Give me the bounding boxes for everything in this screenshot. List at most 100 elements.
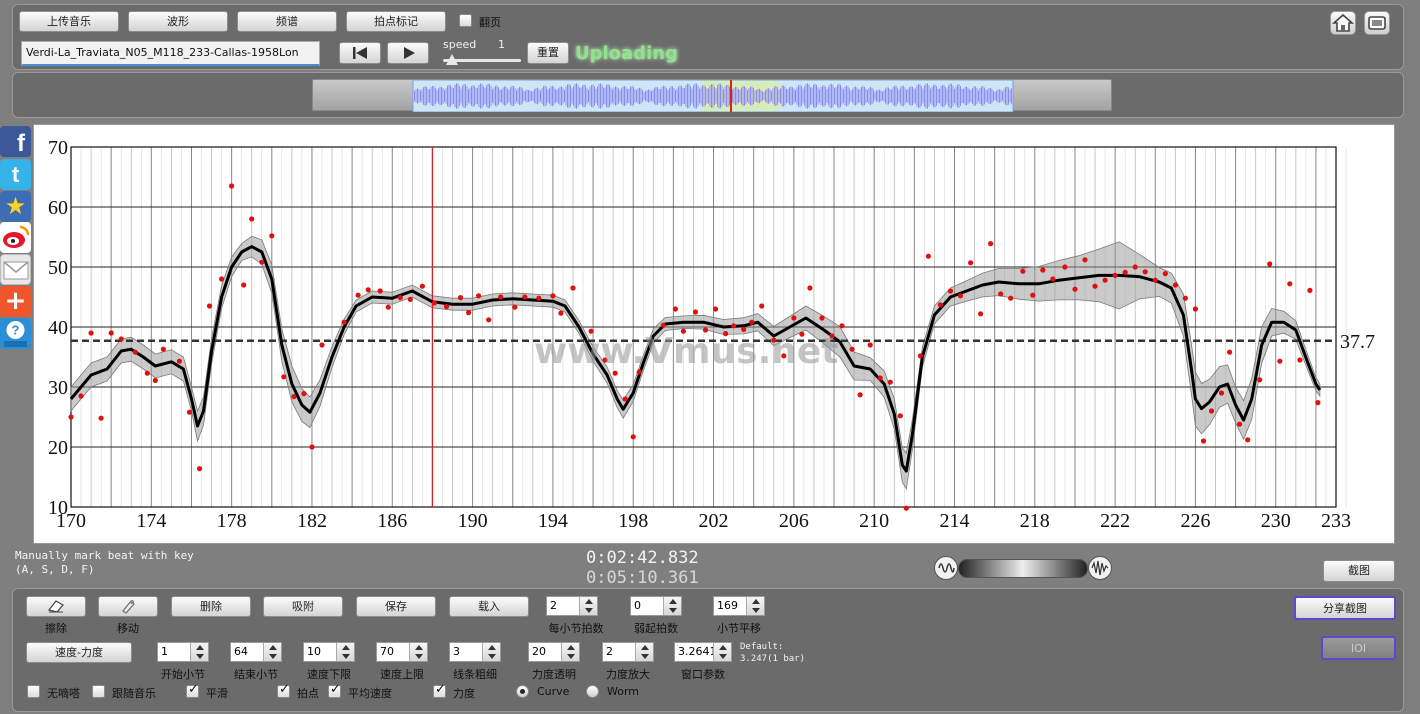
beat-point[interactable] (712, 306, 719, 312)
follow-music-checkbox[interactable] (92, 685, 105, 698)
email-icon[interactable] (0, 254, 31, 285)
beat-point[interactable] (219, 276, 225, 282)
beat-point[interactable] (186, 409, 193, 415)
rewind-button[interactable] (339, 42, 381, 64)
overview-waveform[interactable] (313, 80, 1113, 112)
beat-point[interactable] (660, 322, 666, 328)
beat-point[interactable] (672, 306, 679, 312)
tempo-dynamics-button[interactable]: 速度-力度 (26, 642, 132, 663)
beat-point[interactable] (1267, 261, 1273, 267)
beat-point[interactable] (1182, 295, 1188, 301)
end-bar-stepper[interactable]: 64 (230, 642, 282, 662)
share-plus-icon[interactable]: + (0, 286, 31, 317)
beat-point[interactable] (857, 392, 863, 398)
stepper-arrows-icon[interactable] (561, 643, 579, 661)
beat-point[interactable] (476, 293, 482, 299)
beat-point[interactable] (132, 349, 138, 355)
facebook-icon[interactable]: f (0, 126, 31, 157)
beat-point[interactable] (622, 396, 628, 402)
beat-point[interactable] (269, 233, 275, 239)
beat-point[interactable] (291, 394, 297, 400)
beat-point[interactable] (431, 300, 437, 306)
beat-point[interactable] (550, 293, 556, 299)
beat-point[interactable] (1277, 358, 1283, 364)
beat-point[interactable] (692, 309, 699, 315)
beat-point[interactable] (1315, 400, 1321, 406)
beat-point[interactable] (309, 444, 315, 450)
stepper-arrows-icon[interactable] (746, 597, 764, 615)
stepper-arrows-icon[interactable] (713, 643, 731, 661)
beat-point[interactable] (176, 358, 182, 364)
beat-point[interactable] (536, 295, 542, 301)
beat-point[interactable] (877, 375, 883, 381)
beat-point[interactable] (1132, 264, 1138, 270)
beat-point[interactable] (1218, 390, 1225, 396)
load-button[interactable]: 载入 (449, 596, 529, 617)
avg-tempo-checkbox[interactable] (328, 682, 341, 698)
beat-point[interactable] (152, 377, 158, 383)
line-width-stepper[interactable]: 3 (449, 642, 501, 662)
beat-point[interactable] (968, 260, 974, 266)
beat-point[interactable] (570, 285, 576, 291)
upload-music-button[interactable]: 上传音乐 (19, 11, 119, 32)
beat-point[interactable] (1200, 438, 1207, 444)
beat-point[interactable] (88, 330, 94, 336)
stepper-arrows-icon[interactable] (263, 643, 281, 661)
beat-point[interactable] (1050, 276, 1056, 282)
file-name-field[interactable]: Verdi-La_Traviata_N05_M118_233-Callas-19… (21, 41, 320, 66)
worm-radio[interactable] (586, 685, 599, 698)
beat-point[interactable] (937, 302, 944, 308)
no-click-checkbox[interactable] (27, 685, 40, 698)
stepper-arrows-icon[interactable] (635, 643, 653, 661)
beat-point[interactable] (98, 415, 104, 421)
stepper-arrows-icon[interactable] (663, 597, 681, 615)
beat-point[interactable] (281, 374, 287, 380)
beat-point[interactable] (897, 413, 903, 419)
beat-point[interactable] (1082, 257, 1088, 263)
bar-offset-stepper[interactable]: 169 (713, 596, 765, 616)
beat-point[interactable] (630, 434, 636, 440)
snap-button[interactable]: 吸附 (263, 596, 343, 617)
beat-point[interactable] (249, 216, 255, 222)
beat-point[interactable] (118, 336, 124, 342)
beat-point[interactable] (355, 292, 361, 298)
overview-track[interactable] (312, 79, 1113, 112)
beat-point[interactable] (988, 241, 994, 247)
tempo-max-stepper[interactable]: 70 (376, 642, 428, 662)
beat-point[interactable] (978, 311, 984, 317)
window-stepper[interactable]: 3.2641 (674, 642, 732, 662)
beat-point[interactable] (839, 323, 845, 329)
start-bar-stepper[interactable]: 1 (157, 642, 209, 662)
beat-point[interactable] (1257, 377, 1263, 383)
beat-point[interactable] (241, 282, 247, 288)
beat-point[interactable] (887, 379, 893, 385)
beat-point[interactable] (512, 304, 518, 310)
beat-point[interactable] (1030, 292, 1036, 298)
screenshot-button[interactable]: 截图 (1323, 560, 1395, 582)
spectrum-button[interactable]: 频谱 (237, 11, 337, 32)
beat-point[interactable] (377, 288, 383, 294)
stepper-arrows-icon[interactable] (482, 643, 500, 661)
beat-point[interactable] (903, 505, 909, 511)
page-turn-checkbox[interactable] (459, 14, 472, 27)
move-button[interactable] (98, 596, 158, 617)
beat-point[interactable] (385, 304, 391, 310)
speed-slider-thumb[interactable] (446, 54, 459, 65)
beat-point[interactable] (1245, 437, 1251, 443)
beat-point[interactable] (925, 253, 932, 259)
beat-point[interactable] (108, 330, 114, 336)
beat-point[interactable] (749, 319, 755, 325)
dynamics-checkbox[interactable] (433, 682, 446, 698)
beat-point[interactable] (259, 259, 265, 265)
beat-point[interactable] (1020, 268, 1026, 274)
tempo-min-stepper[interactable]: 10 (303, 642, 355, 662)
beats-per-bar-stepper[interactable]: 2 (546, 596, 598, 616)
stepper-arrows-icon[interactable] (190, 643, 208, 661)
beat-point[interactable] (522, 294, 528, 300)
pickup-stepper[interactable]: 0 (630, 596, 682, 616)
beat-point[interactable] (849, 346, 855, 352)
share-screenshot-button[interactable]: 分享截图 (1294, 596, 1396, 620)
stepper-arrows-icon[interactable] (336, 643, 354, 661)
beat-point[interactable] (1062, 264, 1068, 270)
beat-point[interactable] (365, 287, 371, 293)
